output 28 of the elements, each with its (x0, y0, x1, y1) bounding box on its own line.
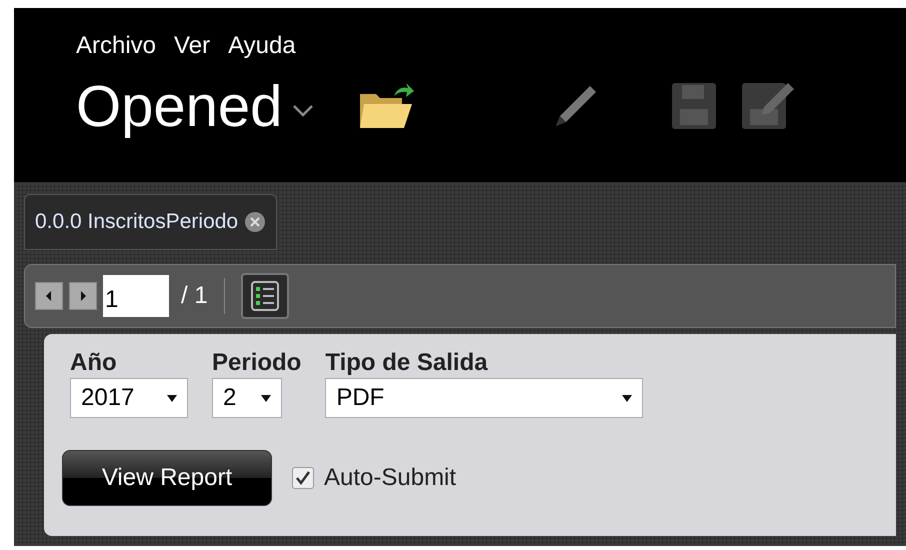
triangle-right-icon (78, 290, 88, 302)
menu-item[interactable]: Ayuda (228, 28, 296, 64)
parameter-label: Periodo (212, 348, 302, 378)
parameter-dropdown[interactable]: 2 (212, 378, 282, 418)
title: Opened (76, 78, 282, 136)
view-report-button[interactable]: View Report (62, 450, 272, 506)
dropdown-arrow-icon (620, 392, 632, 404)
triangle-left-icon (44, 290, 54, 302)
page-total: / 1 (181, 281, 208, 311)
previous-page-button[interactable] (35, 282, 63, 310)
next-page-button[interactable] (69, 282, 97, 310)
dropdown-arrow-icon (165, 392, 177, 404)
list-button[interactable] (240, 273, 289, 319)
auto-submit-checkbox[interactable] (292, 467, 314, 489)
menu-item[interactable]: Ver (174, 28, 210, 64)
parameter-dropdown[interactable]: 2017 (70, 378, 188, 418)
close-icon[interactable] (244, 211, 266, 233)
menu-item[interactable]: Archivo (76, 28, 156, 64)
page-number-field[interactable]: 1 (103, 275, 169, 317)
parameter-label: Año (70, 348, 118, 378)
parameter-label: Tipo de Salida (325, 348, 489, 378)
dropdown-arrow-icon (259, 392, 271, 404)
checkbox-label: Auto-Submit (324, 463, 456, 493)
chevron-down-icon[interactable] (292, 104, 314, 118)
report-tab[interactable]: 0.0.0 InscritosPeriodo (24, 194, 278, 250)
list-icon (250, 281, 279, 311)
parameter-dropdown[interactable]: PDF (325, 378, 644, 418)
checkmark-icon (295, 470, 311, 486)
